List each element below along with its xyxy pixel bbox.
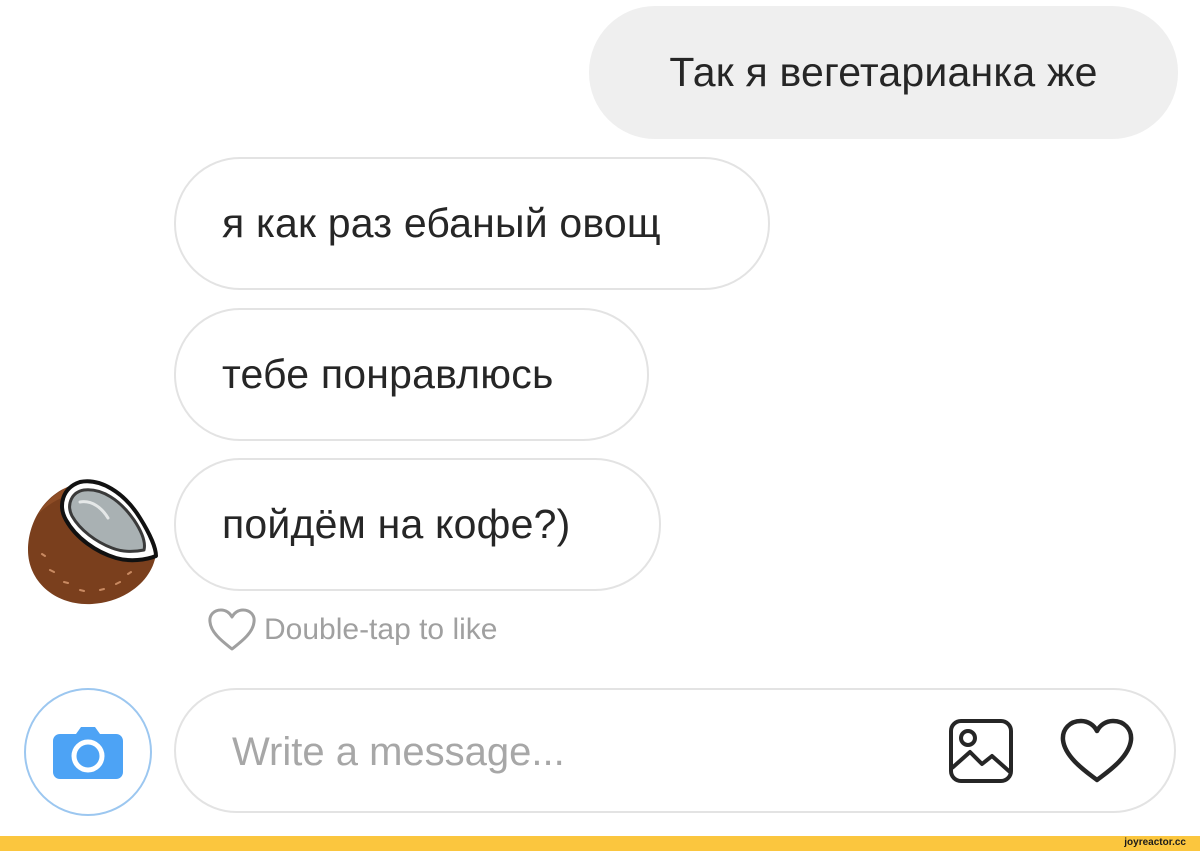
message-incoming[interactable]: тебе понравлюсь — [174, 308, 649, 441]
message-incoming[interactable]: пойдём на кофе?) — [174, 458, 661, 591]
message-outgoing[interactable]: Так я вегетарианка же — [589, 6, 1178, 139]
message-text: тебе понравлюсь — [222, 351, 554, 397]
coconut-icon[interactable] — [20, 478, 162, 610]
image-gallery-icon[interactable] — [948, 718, 1014, 784]
message-text: пойдём на кофе?) — [222, 501, 571, 547]
message-text: я как раз ебаный овощ — [222, 200, 661, 246]
message-input[interactable] — [232, 712, 922, 792]
double-tap-like-hint: Double-tap to like — [206, 604, 497, 656]
camera-button[interactable] — [24, 688, 152, 816]
footer-bar: joyreactor.cc — [0, 836, 1200, 851]
heart-outline-icon — [208, 608, 256, 651]
message-incoming[interactable]: я как раз ебаный овощ — [174, 157, 770, 290]
message-text: Так я вегетарианка же — [669, 49, 1098, 95]
message-composer — [174, 688, 1176, 813]
camera-icon — [53, 727, 123, 779]
heart-icon[interactable] — [1058, 716, 1136, 786]
like-hint-text: Double-tap to like — [264, 613, 498, 646]
watermark: joyreactor.cc — [1124, 837, 1186, 848]
